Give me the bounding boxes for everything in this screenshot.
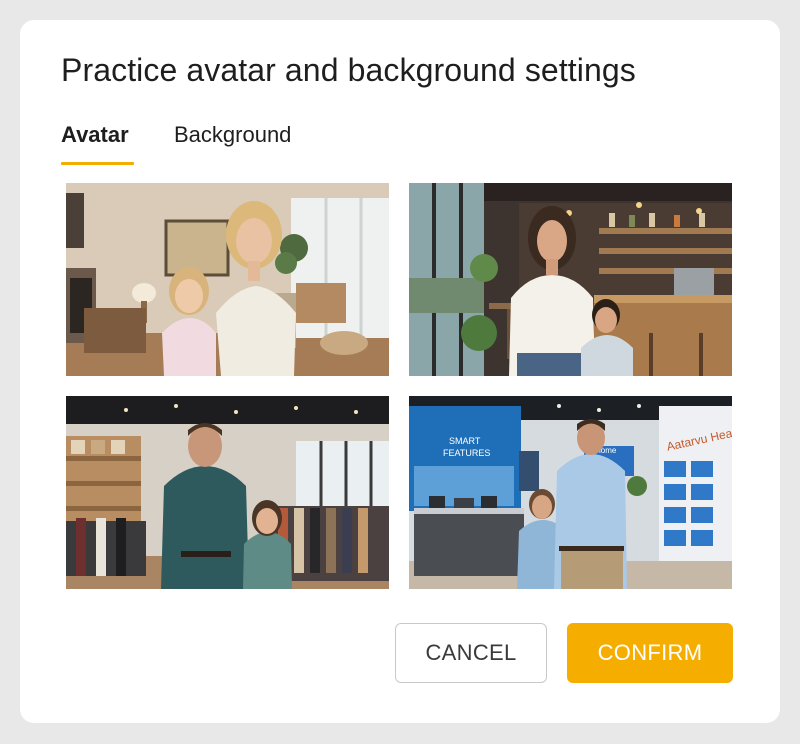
settings-dialog: Practice avatar and background settings … <box>20 20 780 723</box>
tab-background[interactable]: Background <box>174 122 291 148</box>
scene-option-cafe[interactable] <box>409 183 732 376</box>
scene-option-clothing-store[interactable] <box>66 396 389 589</box>
dialog-title: Practice avatar and background settings <box>61 52 636 88</box>
cafe-scene-icon <box>409 183 732 376</box>
wall-sign-line2: FEATURES <box>443 448 490 458</box>
confirm-button[interactable]: CONFIRM <box>567 623 733 683</box>
living-room-scene-icon <box>66 183 389 376</box>
electronics-store-scene-icon: SMART FEATURES arthome Aatarvu Hean <box>409 396 732 589</box>
clothing-store-scene-icon <box>66 396 389 589</box>
tab-avatar[interactable]: Avatar <box>61 122 129 148</box>
scene-option-electronics-store[interactable]: SMART FEATURES arthome Aatarvu Hean <box>409 396 732 589</box>
wall-sign-line1: SMART <box>449 436 481 446</box>
scene-grid: SMART FEATURES arthome Aatarvu Hean <box>66 183 732 589</box>
cancel-button[interactable]: CANCEL <box>395 623 547 683</box>
scene-option-living-room[interactable] <box>66 183 389 376</box>
active-tab-indicator <box>61 162 134 165</box>
